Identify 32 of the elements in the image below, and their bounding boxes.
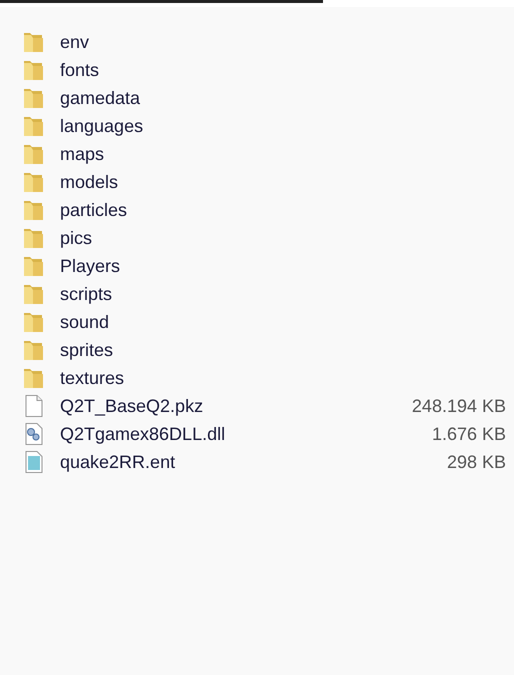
folder-icon: [22, 338, 46, 362]
folder-icon: [22, 114, 46, 138]
file-name[interactable]: fonts: [60, 60, 100, 80]
folder-icon: [22, 366, 46, 390]
folder-icon: [22, 86, 46, 110]
folder-icon: [22, 310, 46, 334]
file-name[interactable]: maps: [60, 144, 104, 164]
folder-icon: [22, 30, 46, 54]
file-name[interactable]: particles: [60, 200, 128, 220]
folder-icon: [22, 226, 46, 250]
folder-icon: [22, 58, 46, 82]
folder-icon: [22, 170, 46, 194]
file-name[interactable]: Q2T_BaseQ2.pkz: [60, 396, 204, 416]
folder-icon: [22, 142, 46, 166]
folder-icon: [22, 282, 46, 306]
file-name[interactable]: quake2RR.ent: [60, 452, 176, 472]
file-name[interactable]: sprites: [60, 340, 114, 360]
file-name[interactable]: scripts: [60, 284, 112, 304]
file-name[interactable]: env: [60, 32, 90, 52]
file-name[interactable]: sound: [60, 312, 110, 332]
folder-icon: [22, 254, 46, 278]
file-name[interactable]: Q2Tgamex86DLL.dll: [60, 424, 226, 444]
file-name[interactable]: languages: [60, 116, 144, 136]
file-size: 298 KB: [446, 452, 506, 472]
file-name[interactable]: gamedata: [60, 88, 140, 108]
folder-icon: [22, 198, 46, 222]
file-name[interactable]: models: [60, 172, 118, 192]
file-name[interactable]: Players: [60, 256, 120, 276]
file-size: 248.194 KB: [412, 396, 506, 416]
file-size: 1.676 KB: [432, 424, 506, 444]
file-name[interactable]: pics: [60, 228, 92, 248]
file-name[interactable]: textures: [60, 368, 124, 388]
